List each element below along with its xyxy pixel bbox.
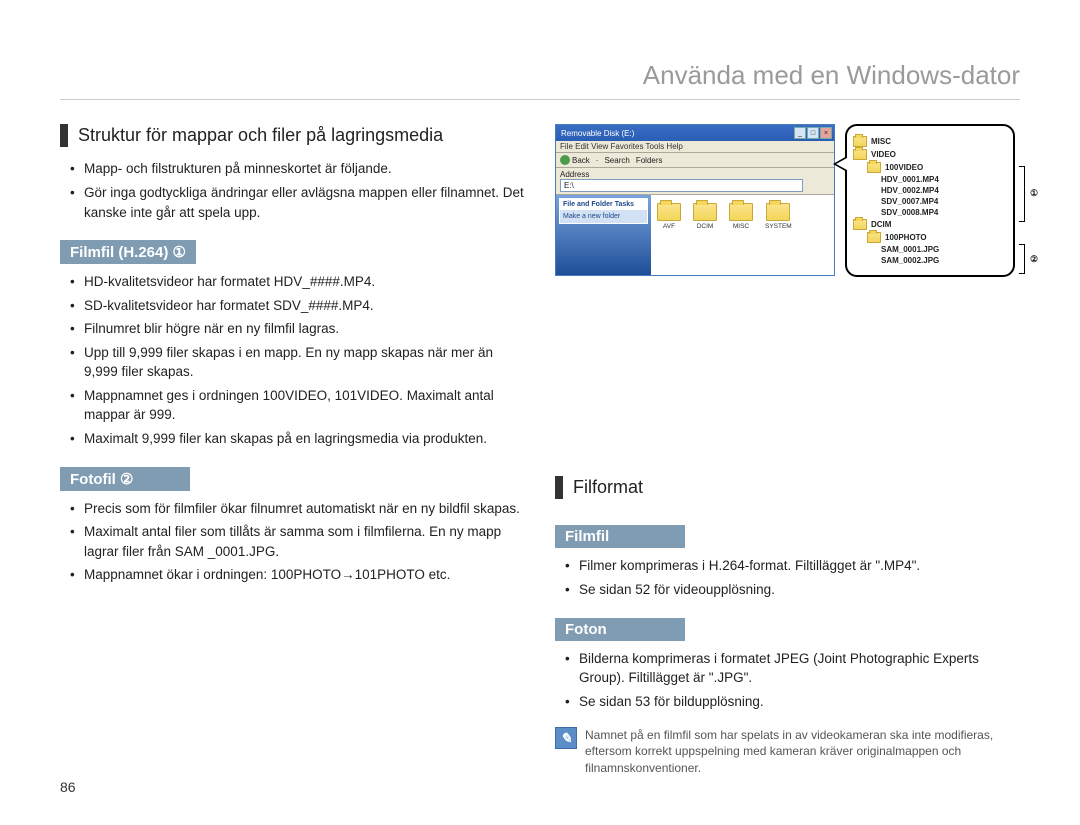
sidebar: File and Folder Tasks Make a new folder: [556, 195, 651, 275]
window-toolbar: Back · Search Folders: [556, 153, 834, 168]
left-column: Struktur för mappar och filer på lagring…: [60, 124, 525, 776]
address-label: Address: [560, 170, 589, 179]
section-filformat-heading: Filformat: [555, 476, 1020, 499]
folder-icon: [853, 149, 867, 160]
filmfil-heading: Filmfil: [555, 525, 685, 548]
tree-file: SAM_0001.JPG: [881, 245, 939, 254]
tree-misc: MISC: [871, 137, 891, 146]
folder-tree-diagram: MISC VIDEO 100VIDEO HDV_0001.MP4 HDV_000…: [845, 124, 1015, 277]
list-item: Filnumret blir högre när en ny filmfil l…: [70, 319, 525, 339]
folder-item[interactable]: DCIM: [693, 203, 717, 230]
folder-item[interactable]: AVF: [657, 203, 681, 230]
folder-icon: [766, 203, 790, 221]
tree-file: SAM_0002.JPG: [881, 256, 939, 265]
page-number: 86: [60, 779, 76, 795]
marker-2: ②: [1027, 252, 1041, 266]
tree-100photo: 100PHOTO: [885, 233, 927, 242]
foton-format-list: Bilderna komprimeras i formatet JPEG (Jo…: [555, 649, 1020, 712]
list-item: SD-kvalitetsvideor har formatet SDV_####…: [70, 296, 525, 316]
window-titlebar: Removable Disk (E:) _ □ ×: [556, 125, 834, 141]
separator: ·: [596, 156, 599, 165]
folder-icon: [867, 162, 881, 173]
marker-1: ①: [1027, 186, 1041, 200]
folder-icon: [693, 203, 717, 221]
side-panel: File and Folder Tasks Make a new folder: [559, 198, 648, 224]
tree-video: VIDEO: [871, 150, 896, 159]
folders-button[interactable]: Folders: [636, 156, 663, 165]
side-panel-title: File and Folder Tasks: [560, 199, 647, 210]
close-button[interactable]: ×: [820, 127, 832, 139]
section-structure-heading: Struktur för mappar och filer på lagring…: [60, 124, 525, 147]
window-title: Removable Disk (E:): [558, 129, 634, 138]
note-box: ✎ Namnet på en filmfil som har spelats i…: [555, 727, 1020, 776]
folder-icon: [867, 232, 881, 243]
explorer-window: Removable Disk (E:) _ □ × File Edit View…: [555, 124, 835, 276]
side-panel-item[interactable]: Make a new folder: [563, 213, 644, 220]
minimize-button[interactable]: _: [794, 127, 806, 139]
tree-file: HDV_0002.MP4: [881, 186, 939, 195]
page-title: Använda med en Windows-dator: [60, 60, 1020, 100]
folder-item[interactable]: MISC: [729, 203, 753, 230]
fotofil-list: Precis som för filmfiler ökar filnumret …: [60, 499, 525, 585]
folder-item[interactable]: SYSTEM: [765, 203, 792, 230]
right-column: Removable Disk (E:) _ □ × File Edit View…: [555, 124, 1020, 776]
tree-file: SDV_0007.MP4: [881, 197, 938, 206]
list-item: HD-kvalitetsvideor har formatet HDV_####…: [70, 272, 525, 292]
bracket-video: [1019, 166, 1025, 222]
folder-icon: [729, 203, 753, 221]
screenshot-area: Removable Disk (E:) _ □ × File Edit View…: [555, 124, 1020, 276]
tree-file: SDV_0008.MP4: [881, 208, 938, 217]
folder-icon: [853, 136, 867, 147]
list-item: Precis som för filmfiler ökar filnumret …: [70, 499, 525, 519]
tree-file: HDV_0001.MP4: [881, 175, 939, 184]
back-icon: [560, 155, 570, 165]
list-item: Bilderna komprimeras i formatet JPEG (Jo…: [565, 649, 1020, 688]
list-item: Mappnamnet ökar i ordningen: 100PHOTO→10…: [70, 565, 525, 585]
fotofil-heading: Fotofil ②: [60, 467, 190, 491]
folder-view: AVF DCIM MISC SYSTEM: [651, 195, 834, 275]
list-item: Se sidan 52 för videoupplösning.: [565, 580, 1020, 600]
folder-icon: [853, 219, 867, 230]
list-item: Mappnamnet ges i ordningen 100VIDEO, 101…: [70, 386, 525, 425]
note-icon: ✎: [555, 727, 577, 749]
list-item: Maximalt antal filer som tillåts är samm…: [70, 522, 525, 561]
list-item: Filmer komprimeras i H.264-format. Filti…: [565, 556, 1020, 576]
list-item: Maximalt 9,999 filer kan skapas på en la…: [70, 429, 525, 449]
note-text: Namnet på en filmfil som har spelats in …: [585, 727, 1020, 776]
foton-heading: Foton: [555, 618, 685, 641]
intro-item: Mapp- och filstrukturen på minneskortet …: [70, 159, 525, 179]
tree-dcim: DCIM: [871, 220, 891, 229]
tree-100video: 100VIDEO: [885, 163, 923, 172]
search-button[interactable]: Search: [604, 156, 629, 165]
list-item: Se sidan 53 för bildupplösning.: [565, 692, 1020, 712]
bracket-photo: [1019, 244, 1025, 274]
filmfil-format-list: Filmer komprimeras i H.264-format. Filti…: [555, 556, 1020, 599]
address-input[interactable]: E:\: [560, 179, 803, 192]
window-menubar[interactable]: File Edit View Favorites Tools Help: [556, 141, 834, 153]
intro-item: Gör inga godtyckliga ändringar eller avl…: [70, 183, 525, 222]
filmfil-h264-heading: Filmfil (H.264) ①: [60, 240, 196, 264]
folder-icon: [657, 203, 681, 221]
filmfil-list: HD-kvalitetsvideor har formatet HDV_####…: [60, 272, 525, 449]
callout-tail: [833, 156, 847, 172]
back-button[interactable]: Back: [560, 155, 590, 165]
maximize-button[interactable]: □: [807, 127, 819, 139]
address-bar: Address E:\: [556, 168, 834, 195]
list-item: Upp till 9,999 filer skapas i en mapp. E…: [70, 343, 525, 382]
intro-list: Mapp- och filstrukturen på minneskortet …: [60, 159, 525, 222]
